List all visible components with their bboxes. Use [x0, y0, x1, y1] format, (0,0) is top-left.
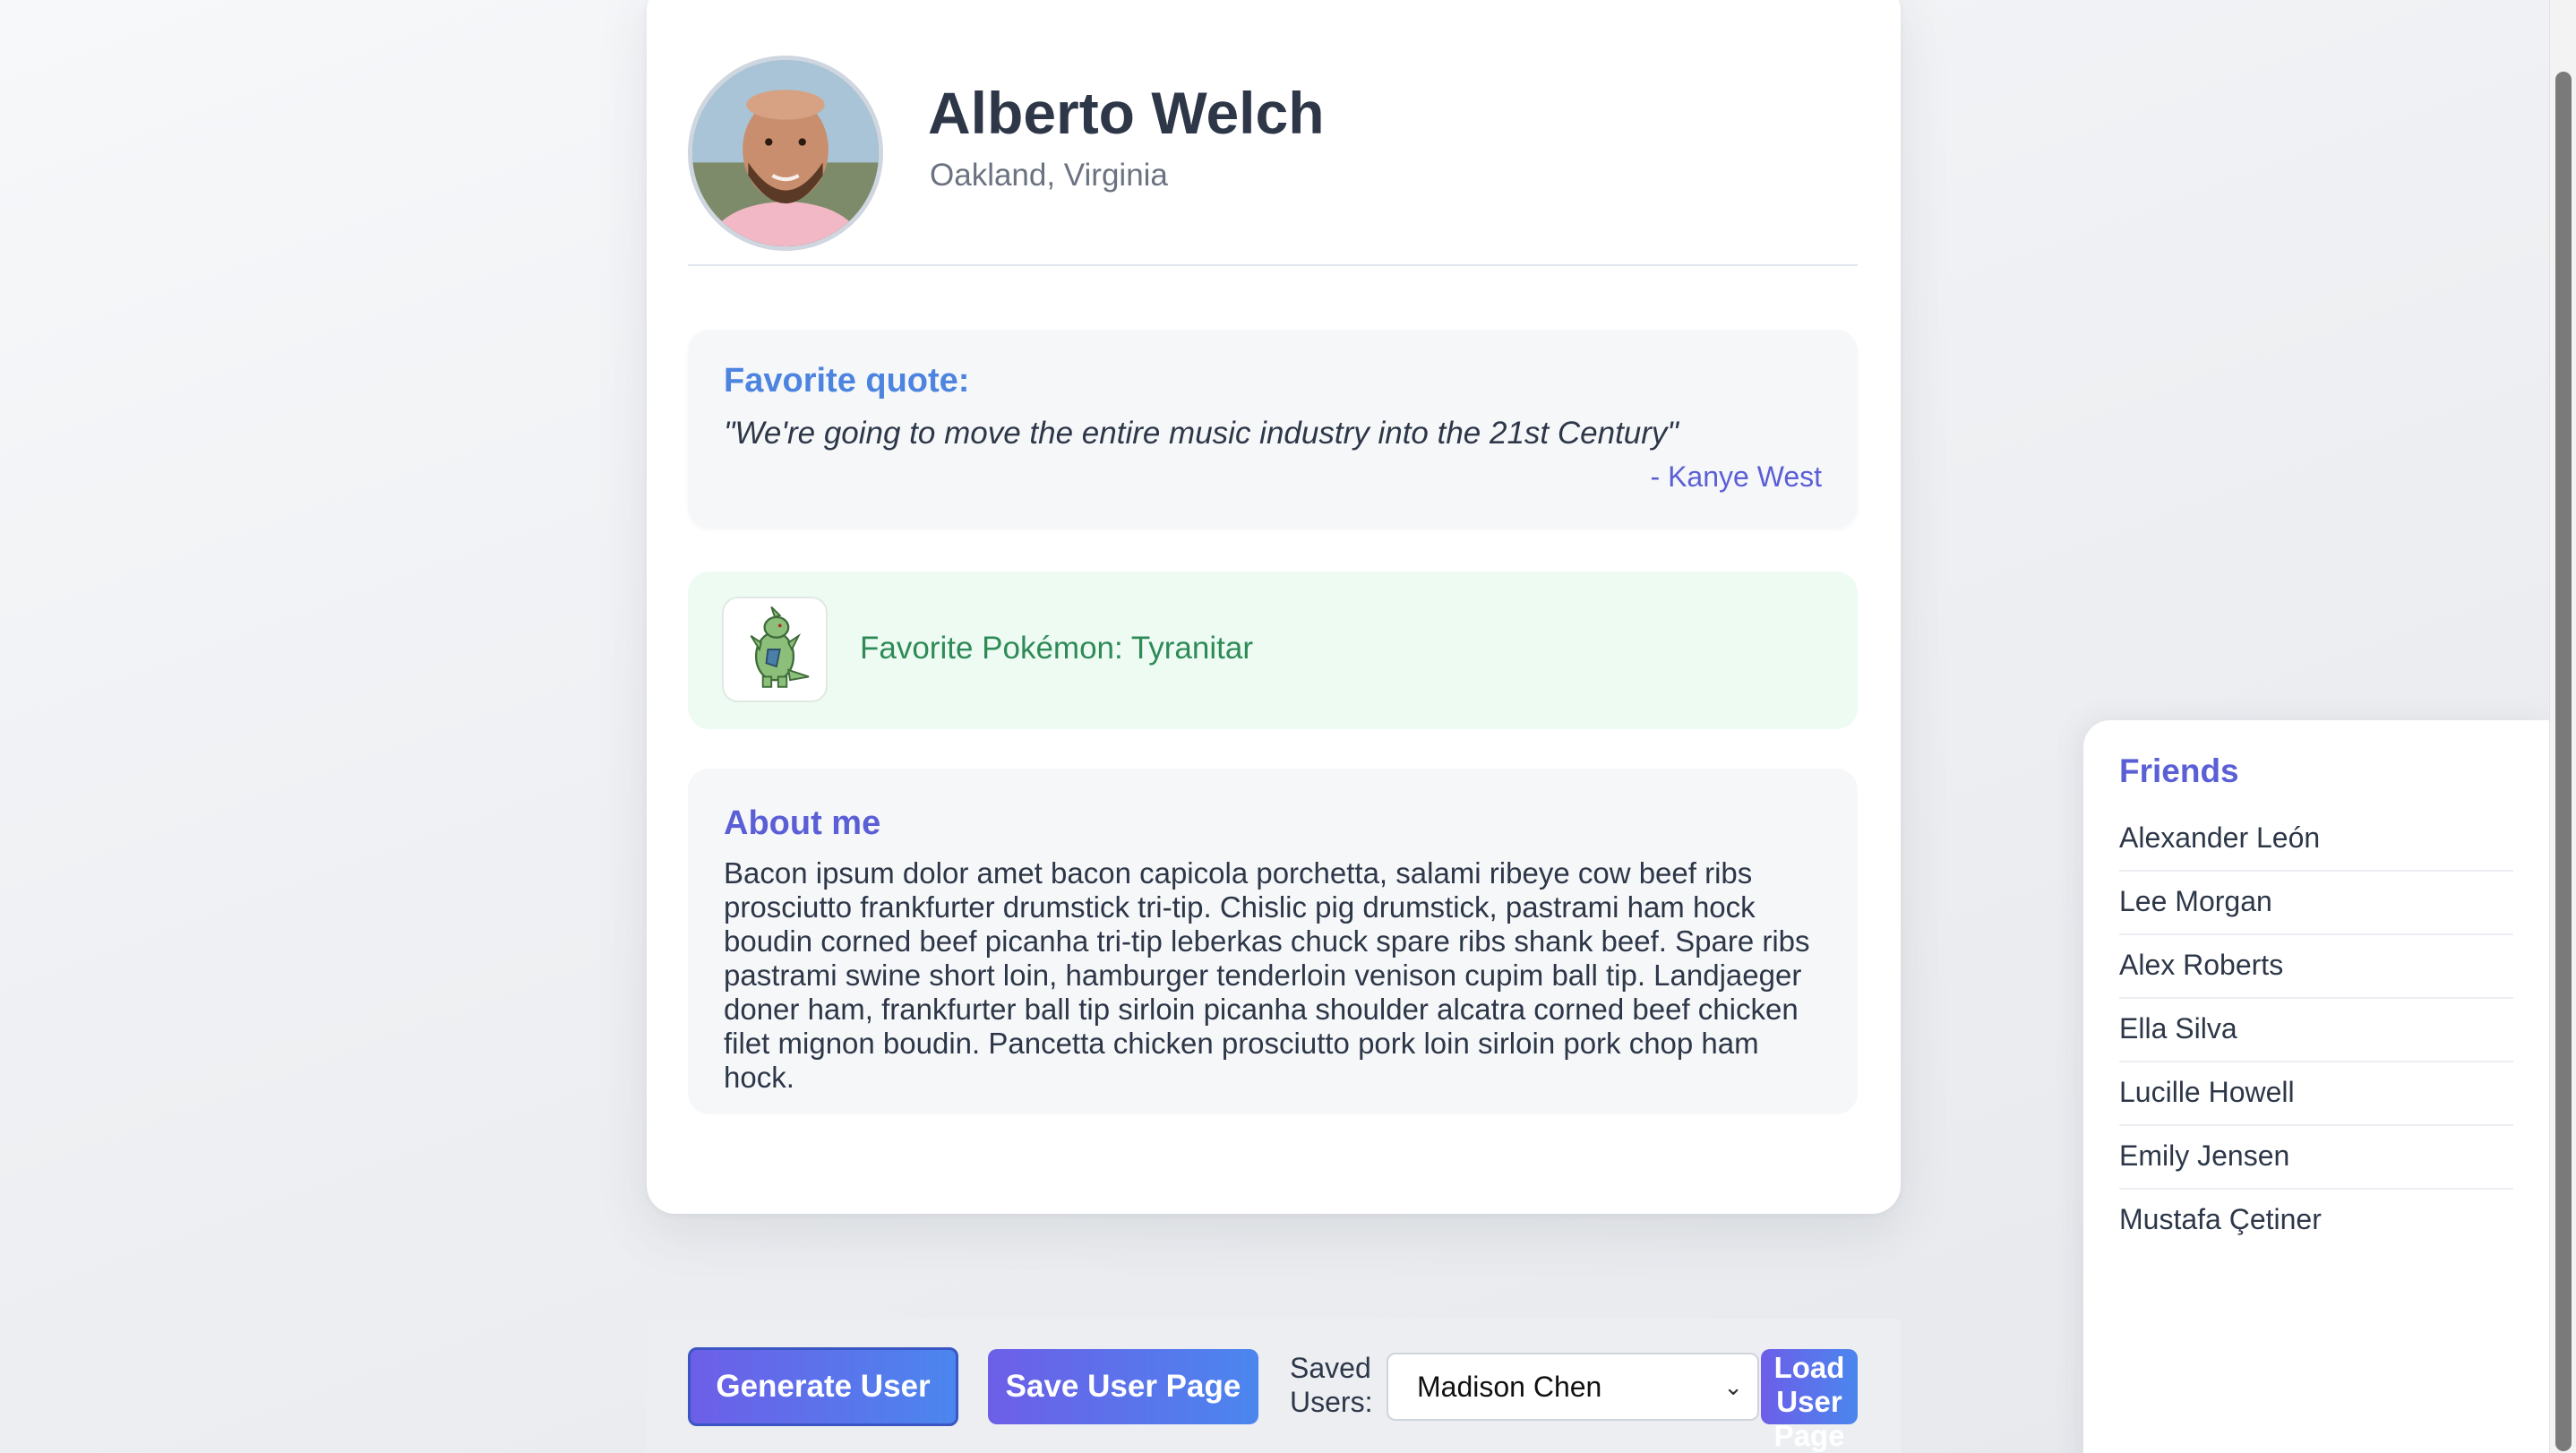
- pokemon-label: Favorite Pokémon: Tyranitar: [860, 631, 1253, 666]
- friend-item[interactable]: Alexander León: [2119, 808, 2513, 872]
- friends-list: Alexander León Lee Morgan Alex Roberts E…: [2119, 808, 2513, 1253]
- saved-users-selected-value: Madison Chen: [1417, 1371, 1602, 1403]
- avatar: [688, 56, 883, 251]
- friend-item[interactable]: Lucille Howell: [2119, 1062, 2513, 1126]
- quote-author: - Kanye West: [1650, 460, 1822, 493]
- favorite-pokemon-section: Favorite Pokémon: Tyranitar: [688, 572, 1858, 729]
- friends-panel: Friends Alexander León Lee Morgan Alex R…: [2083, 720, 2549, 1453]
- friend-item[interactable]: Mustafa Çetiner: [2119, 1190, 2513, 1253]
- quote-title: Favorite quote:: [724, 362, 970, 400]
- friends-title: Friends: [2119, 752, 2239, 789]
- profile-name: Alberto Welch: [928, 80, 1325, 146]
- about-me-section: About me Bacon ipsum dolor amet bacon ca…: [688, 769, 1858, 1114]
- favorite-quote-section: Favorite quote: "We're going to move the…: [688, 330, 1858, 529]
- load-user-page-button[interactable]: Load User Page: [1761, 1349, 1858, 1452]
- saved-users-select[interactable]: Madison Chen ⌄: [1387, 1353, 1759, 1421]
- profile-photo-icon: [692, 60, 879, 246]
- tyranitar-sprite-icon: [750, 606, 810, 688]
- about-title: About me: [724, 804, 881, 842]
- save-user-page-button[interactable]: Save User Page: [988, 1349, 1258, 1424]
- friend-item[interactable]: Ella Silva: [2119, 999, 2513, 1062]
- saved-users-label: Saved Users:: [1290, 1352, 1373, 1418]
- pokemon-image: [722, 597, 828, 702]
- profile-header: Alberto Welch Oakland, Virginia: [688, 56, 1858, 266]
- chevron-down-icon: ⌄: [1723, 1373, 1743, 1400]
- profile-card: Alberto Welch Oakland, Virginia Favorite…: [647, 0, 1901, 1214]
- action-toolbar: Generate User Save User Page Saved Users…: [647, 1319, 1901, 1453]
- friend-item[interactable]: Emily Jensen: [2119, 1126, 2513, 1190]
- friend-item[interactable]: Alex Roberts: [2119, 935, 2513, 999]
- friend-item[interactable]: Lee Morgan: [2119, 872, 2513, 935]
- profile-location: Oakland, Virginia: [930, 158, 1168, 193]
- page-scrollbar[interactable]: [2549, 0, 2576, 1453]
- about-text: Bacon ipsum dolor amet bacon capicola po…: [724, 856, 1810, 1094]
- generate-user-button[interactable]: Generate User: [688, 1347, 958, 1426]
- scrollbar-thumb[interactable]: [2555, 72, 2572, 1451]
- quote-text: "We're going to move the entire music in…: [724, 416, 1679, 451]
